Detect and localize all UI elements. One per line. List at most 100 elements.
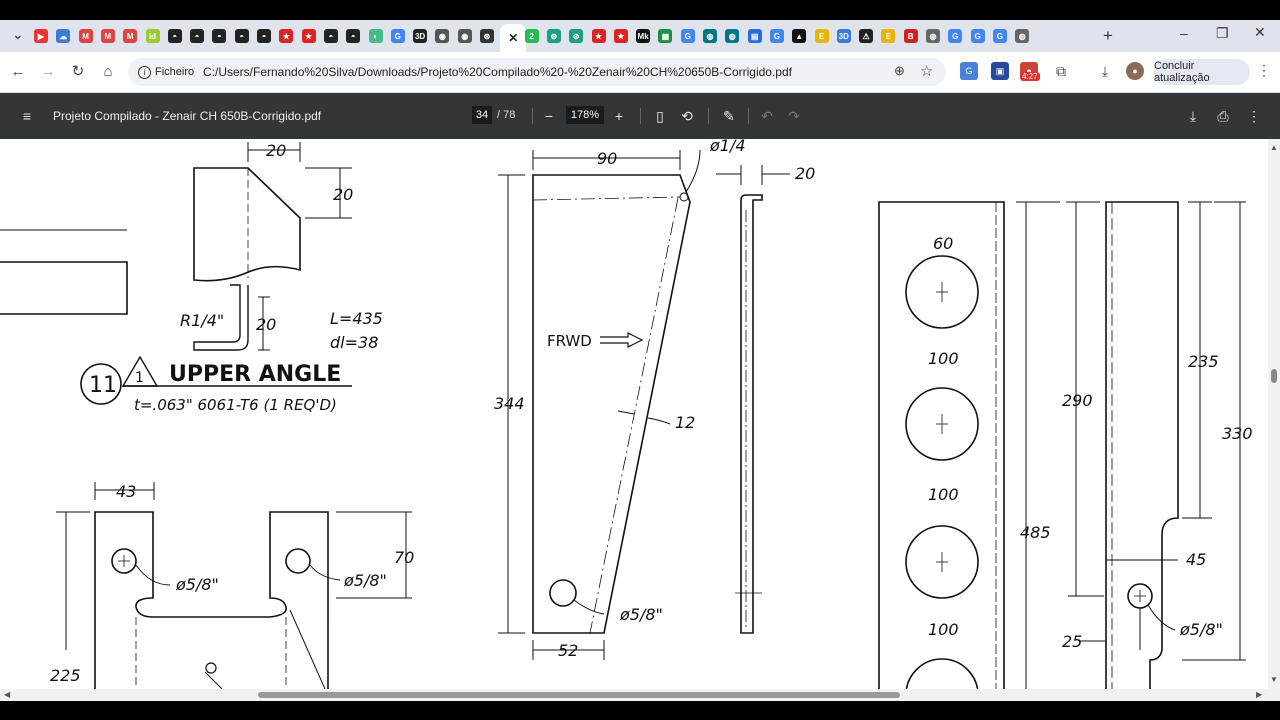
- tab[interactable]: ◉: [433, 26, 451, 46]
- minimize-button[interactable]: –: [1180, 25, 1188, 41]
- tab[interactable]: E: [813, 26, 831, 46]
- dim-100-c: 100: [928, 620, 959, 639]
- downloads-icon[interactable]: ⤓: [1096, 62, 1114, 80]
- scroll-down-icon[interactable]: ▼: [1270, 675, 1278, 684]
- 3d-icon: 3D: [413, 29, 428, 43]
- tab[interactable]: ◓: [210, 26, 228, 46]
- record-icon: ★: [591, 29, 606, 43]
- tab[interactable]: M: [99, 26, 117, 46]
- zoom-in-button[interactable]: +: [609, 106, 629, 126]
- bookmark-star-icon[interactable]: ☆: [920, 62, 933, 80]
- scroll-up-icon[interactable]: ▲: [1270, 143, 1278, 152]
- update-button[interactable]: Concluir atualização: [1154, 59, 1250, 85]
- maximize-button[interactable]: ❐: [1216, 25, 1229, 42]
- tab[interactable]: ◍: [723, 26, 741, 46]
- tab[interactable]: ◍: [1013, 26, 1031, 46]
- part-number: 11: [89, 373, 117, 398]
- tab[interactable]: M: [121, 26, 139, 46]
- new-tab-button[interactable]: +: [1103, 26, 1113, 46]
- tab[interactable]: ▲: [790, 26, 808, 46]
- hole-label-d: ø5/8": [1179, 620, 1223, 639]
- reload-button[interactable]: ↻: [68, 62, 88, 82]
- home-button[interactable]: ⌂: [98, 62, 118, 82]
- site-info-chip[interactable]: i Ficheiro: [138, 63, 194, 81]
- more-options-icon[interactable]: ⋮: [1244, 106, 1264, 126]
- tab[interactable]: ★: [612, 26, 630, 46]
- tab[interactable]: ◓: [344, 26, 362, 46]
- rotate-icon[interactable]: ⟲: [677, 106, 697, 126]
- horizontal-scroll-thumb[interactable]: [258, 692, 900, 698]
- tab[interactable]: B: [902, 26, 920, 46]
- notes-icon: E: [881, 29, 896, 43]
- tab[interactable]: ⊛: [478, 26, 496, 46]
- back-button[interactable]: ←: [8, 62, 28, 82]
- tab[interactable]: ▶: [32, 26, 50, 46]
- divider: [640, 108, 641, 124]
- page-number-input[interactable]: 34: [472, 106, 492, 124]
- fit-page-icon[interactable]: ▯: [650, 106, 670, 126]
- tab[interactable]: ◉: [456, 26, 474, 46]
- tab[interactable]: id: [144, 26, 162, 46]
- tab[interactable]: ▤: [746, 26, 764, 46]
- tab[interactable]: ⚠: [857, 26, 875, 46]
- vertical-scroll-thumb[interactable]: [1271, 369, 1277, 383]
- close-window-button[interactable]: ✕: [1254, 24, 1266, 41]
- tab[interactable]: ★: [300, 26, 318, 46]
- tab[interactable]: 2: [523, 26, 541, 46]
- tab[interactable]: ◓: [255, 26, 273, 46]
- tab[interactable]: ◓: [322, 26, 340, 46]
- zoom-out-button[interactable]: −: [539, 106, 559, 126]
- url-text[interactable]: C:/Users/Fernando%20Silva/Downloads/Proj…: [203, 65, 792, 79]
- horizontal-scrollbar[interactable]: ◀ ▶: [0, 689, 1280, 701]
- tab[interactable]: ◍: [924, 26, 942, 46]
- tab[interactable]: ◓: [233, 26, 251, 46]
- tab[interactable]: 3D: [411, 26, 429, 46]
- tab[interactable]: E: [879, 26, 897, 46]
- tab[interactable]: ◓: [188, 26, 206, 46]
- annotate-pen-icon[interactable]: ✎: [719, 106, 739, 126]
- tab[interactable]: ★: [277, 26, 295, 46]
- tab[interactable]: ◐: [367, 26, 385, 46]
- zoom-level-input[interactable]: 178%: [566, 106, 604, 124]
- download-icon[interactable]: ⤓: [1183, 106, 1203, 126]
- sheets-icon: ▦: [658, 29, 673, 43]
- print-icon[interactable]: ⎙: [1213, 106, 1233, 126]
- tab[interactable]: G: [969, 26, 987, 46]
- avatar-icon: ◓: [234, 29, 249, 43]
- tab[interactable]: G: [946, 26, 964, 46]
- address-bar[interactable]: i Ficheiro C:/Users/Fernando%20Silva/Dow…: [128, 58, 946, 86]
- tab[interactable]: G: [389, 26, 407, 46]
- tab[interactable]: ★: [590, 26, 608, 46]
- zoom-icon[interactable]: ⊕: [894, 63, 905, 79]
- tab[interactable]: 3D: [835, 26, 853, 46]
- tab[interactable]: G: [768, 26, 786, 46]
- scroll-right-icon[interactable]: ▶: [1256, 690, 1262, 699]
- extensions-puzzle-icon[interactable]: ⧉: [1052, 62, 1070, 80]
- pdf-page-view[interactable]: 20 20 R1/4" 20 L=435 dl=38 11 1 UPPER AN…: [0, 139, 1268, 689]
- undo-icon[interactable]: ↶: [757, 106, 777, 126]
- tab[interactable]: ⊛: [567, 26, 585, 46]
- scroll-left-icon[interactable]: ◀: [4, 690, 10, 699]
- tab[interactable]: ◓: [166, 26, 184, 46]
- gmail-icon: M: [78, 29, 93, 43]
- profile-avatar[interactable]: ●: [1126, 62, 1144, 80]
- pdf-title: Projeto Compilado - Zenair CH 650B-Corri…: [53, 109, 322, 123]
- tab[interactable]: ⊛: [545, 26, 563, 46]
- vertical-scrollbar[interactable]: ▲ ▼: [1268, 139, 1280, 689]
- menu-dots-icon[interactable]: ⋮: [1257, 62, 1271, 79]
- tab[interactable]: ▦: [656, 26, 674, 46]
- tab[interactable]: Mk: [634, 26, 652, 46]
- part-name: UPPER ANGLE: [169, 362, 341, 387]
- tab[interactable]: ☁: [54, 26, 72, 46]
- tab[interactable]: G: [679, 26, 697, 46]
- tab[interactable]: G: [991, 26, 1009, 46]
- tab[interactable]: ◍: [701, 26, 719, 46]
- forward-button[interactable]: →: [38, 62, 58, 82]
- redo-icon[interactable]: ↷: [784, 106, 804, 126]
- tab[interactable]: M: [77, 26, 95, 46]
- screen-extension-icon[interactable]: ▣: [991, 62, 1009, 80]
- translate-extension-icon[interactable]: G: [960, 62, 978, 80]
- tab-search-chevron-icon[interactable]: ⌄: [12, 26, 24, 43]
- notes-icon: E: [814, 29, 829, 43]
- sidebar-menu-icon[interactable]: ≡: [17, 106, 37, 126]
